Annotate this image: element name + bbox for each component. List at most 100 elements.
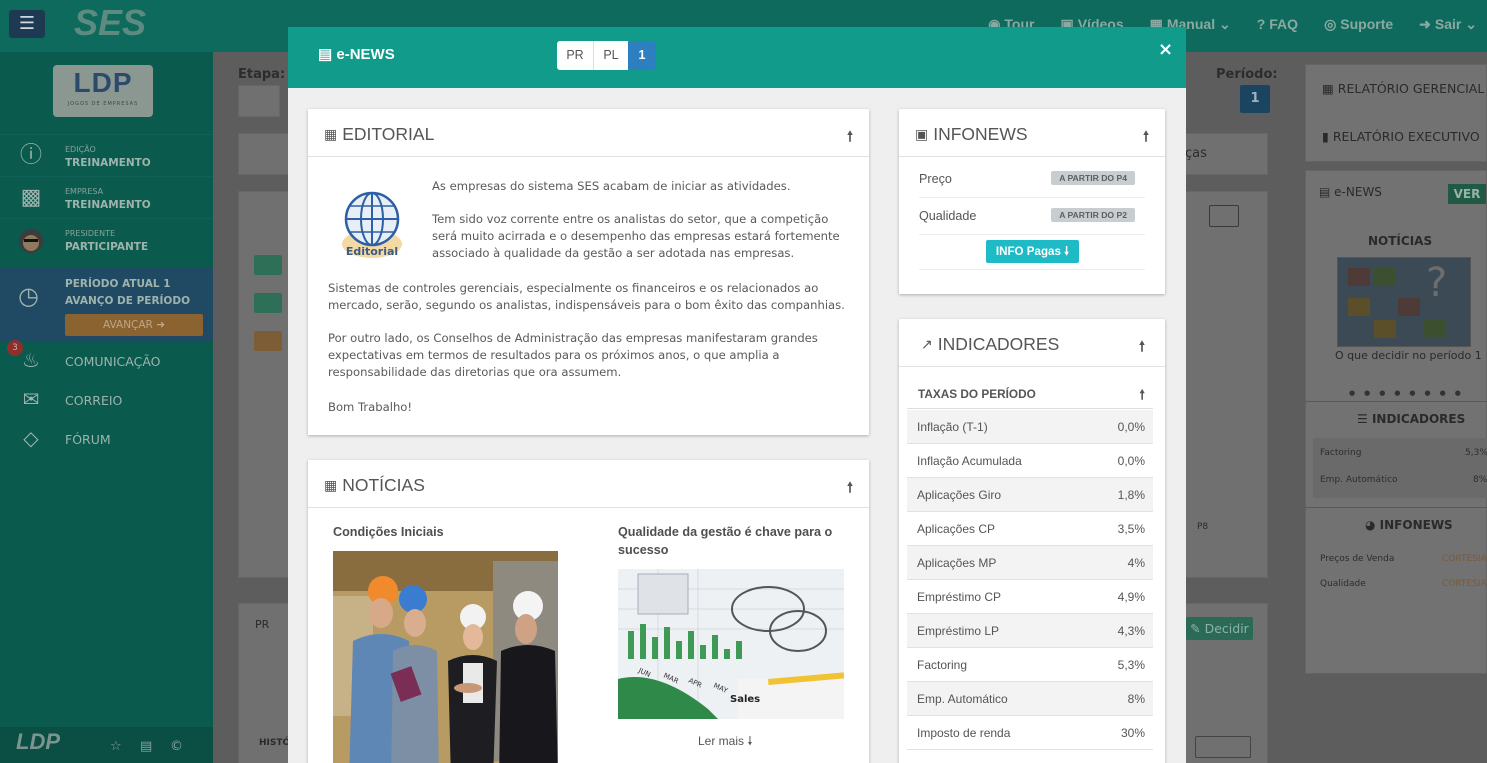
- editorial-paragraph: As empresas do sistema SES acabam de ini…: [432, 179, 791, 193]
- collapse-arrow-icon[interactable]: 🠕: [1139, 336, 1145, 360]
- newspaper-icon: ▤: [318, 46, 333, 63]
- sidebar-company: ▩ EMPRESA TREINAMENTO: [0, 176, 213, 218]
- chevron-down-icon: ⌄: [1218, 16, 1231, 32]
- indicadores-subheader: TAXAS DO PERÍODO 🠕: [907, 379, 1153, 409]
- report-manager-link[interactable]: ▦ RELATÓRIO GERENCIAL: [1322, 81, 1484, 96]
- right-column: ▦ RELATÓRIO GERENCIAL ▮ RELATÓRIO EXECUT…: [1305, 52, 1487, 763]
- sidebar-item-comunicacao[interactable]: ♨ 3 COMUNICAÇÃO: [0, 340, 213, 380]
- sidebar-item-forum[interactable]: ◇ FÓRUM: [0, 420, 213, 458]
- news-item-title[interactable]: Condições Iniciais: [333, 523, 573, 541]
- collapse-arrow-icon[interactable]: 🠕: [847, 477, 853, 501]
- company-logo: LDP JOGOS DE EMPRESAS: [53, 65, 153, 117]
- collapse-arrow-icon[interactable]: 🠕: [847, 126, 853, 150]
- bg-action-button[interactable]: [254, 331, 282, 351]
- lifebuoy-icon: ◎: [1324, 16, 1337, 32]
- hamburger-icon[interactable]: ☰: [9, 10, 45, 38]
- news-item-title[interactable]: Qualidade da gestão é chave para o suces…: [618, 523, 858, 559]
- report-exec-link[interactable]: ▮ RELATÓRIO EXECUTIVO: [1322, 129, 1480, 144]
- sidebar-item-correio[interactable]: ✉ CORREIO: [0, 381, 213, 419]
- notification-badge: 3: [7, 340, 23, 356]
- etapa-selector[interactable]: [238, 85, 280, 117]
- news-image-sales-chart[interactable]: JUN MAR APR MAY Sales: [618, 569, 844, 719]
- decide-button[interactable]: ✎ Decidir: [1186, 617, 1253, 640]
- brand-logo: SES: [74, 2, 147, 43]
- svg-text:Sales: Sales: [730, 694, 760, 705]
- copyright-icon[interactable]: ©: [170, 739, 183, 754]
- indicadores-card: ↗ INDICADORES 🠕 TAXAS DO PERÍODO 🠕 Inflaç…: [899, 319, 1165, 763]
- exit-icon: ➜: [1419, 16, 1431, 32]
- nav-sair[interactable]: ➜ Sair ⌄: [1419, 16, 1477, 33]
- infonews-row: Preço A PARTIR DO P4: [919, 161, 1145, 198]
- sidebar-edition: ⓘ EDIÇÃO TREINAMENTO: [0, 134, 213, 176]
- factory-icon: ▩: [20, 185, 42, 210]
- table-row: Aplicações MP 4%: [907, 546, 1153, 580]
- modal-title: e-NEWS: [336, 46, 395, 63]
- svg-text:Editorial: Editorial: [346, 245, 398, 258]
- comments-icon: ◇: [23, 426, 39, 450]
- nav-faq[interactable]: ? FAQ: [1257, 16, 1298, 33]
- editorial-signoff: Bom Trabalho!: [328, 400, 413, 414]
- book-icon: ▦: [324, 477, 338, 493]
- pie-chart-icon: ◕: [1365, 518, 1376, 532]
- editorial-paragraph: Tem sido voz corrente entre os analistas…: [432, 212, 840, 260]
- info-icon: ⓘ: [19, 143, 42, 168]
- sidebar-president: PRESIDENTE PARTICIPANTE: [0, 218, 213, 260]
- status-badge: A PARTIR DO P4: [1051, 171, 1135, 185]
- segment-period-1[interactable]: 1: [628, 41, 656, 70]
- advance-period-button[interactable]: AVANÇAR ➜: [65, 314, 203, 336]
- editorial-logo: Editorial: [336, 184, 408, 264]
- question-icon: ?: [1256, 16, 1266, 32]
- arrow-down-icon: 🠗: [747, 734, 753, 748]
- periodo-badge[interactable]: 1: [1240, 85, 1270, 113]
- news-thumbnail[interactable]: ?: [1337, 257, 1471, 347]
- collapse-arrow-icon[interactable]: 🠕: [1139, 386, 1145, 408]
- ver-button[interactable]: VER: [1448, 184, 1486, 204]
- table-row: Factoring 5,3%: [907, 648, 1153, 682]
- newspaper-icon: ▤: [1319, 185, 1331, 199]
- table-row: Imposto de renda 30%: [907, 716, 1153, 750]
- document-icon[interactable]: ▤: [140, 739, 152, 754]
- inbox-icon: ▣: [915, 126, 929, 142]
- modal-header: ▤ e-NEWS PR PL 1 ×: [288, 27, 1186, 88]
- avatar: [18, 228, 44, 253]
- table-row: Empréstimo LP 4,3%: [907, 614, 1153, 648]
- table-row: Aplicações CP 3,5%: [907, 512, 1153, 546]
- sidebar: LDP JOGOS DE EMPRESAS ⓘ EDIÇÃO TREINAMEN…: [0, 52, 213, 763]
- table-row: Aplicações Giro 1,8%: [907, 478, 1153, 512]
- segment-pr[interactable]: PR: [557, 41, 594, 70]
- close-icon[interactable]: ×: [1158, 39, 1173, 60]
- read-more-link[interactable]: Ler mais 🠗: [698, 732, 753, 753]
- svg-text:?: ?: [1426, 260, 1447, 306]
- reports-box: ▦ RELATÓRIO GERENCIAL ▮ RELATÓRIO EXECUT…: [1305, 64, 1487, 162]
- editorial-paragraph: Sistemas de controles gerenciais, especi…: [328, 281, 845, 312]
- line-chart-icon: ↗: [921, 336, 933, 352]
- arrow-down-icon: 🠗: [1064, 245, 1070, 258]
- noticias-card: ▦ NOTÍCIAS 🠕 Condições Iniciais Qualidad…: [308, 460, 869, 763]
- status-badge: A PARTIR DO P2: [1051, 208, 1135, 222]
- star-icon[interactable]: ☆: [110, 739, 122, 754]
- bg-action-button[interactable]: [254, 293, 282, 313]
- collapse-arrow-icon[interactable]: 🠕: [1143, 126, 1149, 150]
- etapa-label: Etapa:: [238, 67, 286, 82]
- table-row: Empréstimo CP 4,9%: [907, 580, 1153, 614]
- segment-pl[interactable]: PL: [594, 41, 628, 70]
- periodo-label: Período:: [1216, 67, 1278, 82]
- document-icon[interactable]: [1209, 205, 1239, 227]
- info-pagas-button[interactable]: INFO Pagas 🠗: [986, 240, 1079, 263]
- table-row: Inflação (T-1) 0,0%: [907, 410, 1153, 444]
- bg-action-button[interactable]: [254, 255, 282, 275]
- infonews-card: ▣ INFONEWS 🠕 Preço A PARTIR DO P4 Qualida…: [899, 109, 1165, 294]
- table-icon: ☰: [1357, 412, 1368, 426]
- news-image-workers[interactable]: [333, 551, 558, 763]
- period-segment-control: PR PL 1: [557, 41, 656, 70]
- sidebar-footer: LDP ☆ ▤ ©: [0, 727, 213, 763]
- editorial-card: ▦ EDITORIAL 🠕 Editorial As empresas do si…: [308, 109, 869, 435]
- sidebar-period: ◷ PERÍODO ATUAL 1 AVANÇO DE PERÍODO AVAN…: [0, 268, 213, 342]
- nav-suporte[interactable]: ◎ Suporte: [1324, 16, 1393, 33]
- carousel-dots[interactable]: ●●●●●●●●: [1349, 389, 1470, 397]
- clock-icon: ◷: [18, 282, 39, 310]
- chart-table-toggle[interactable]: [1195, 736, 1251, 758]
- editorial-paragraph: Por outro lado, os Conselhos de Administ…: [328, 331, 818, 379]
- enews-modal: ▤ e-NEWS PR PL 1 × ▦ EDITORIAL 🠕 Editoria…: [288, 27, 1186, 763]
- table-row: Inflação Acumulada 0,0%: [907, 444, 1153, 478]
